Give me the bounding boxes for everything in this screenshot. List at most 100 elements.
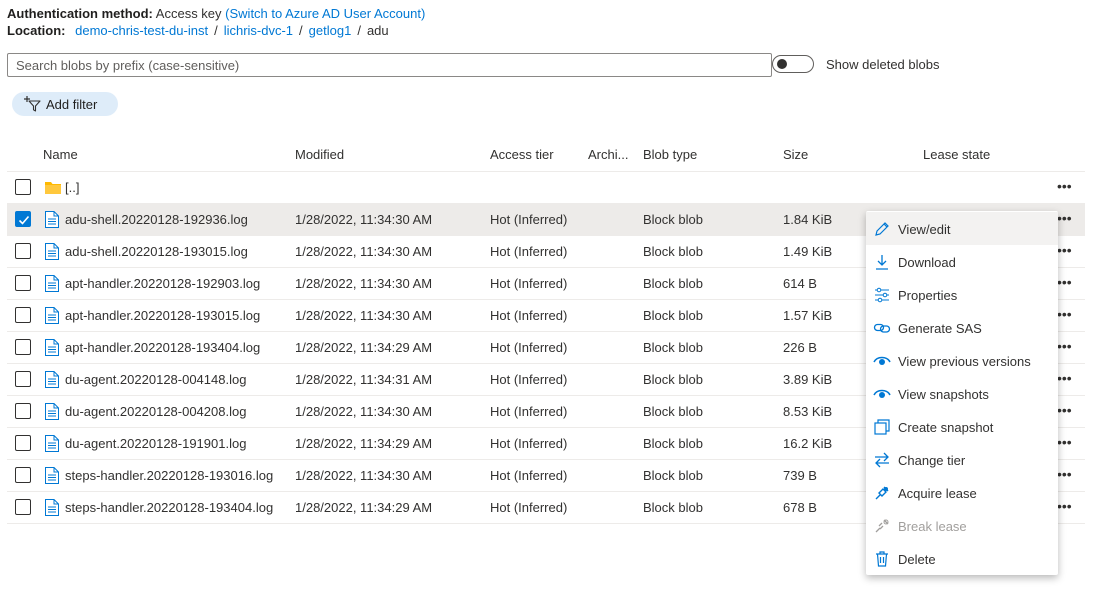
col-name[interactable]: Name	[43, 147, 78, 162]
col-archive[interactable]: Archi...	[588, 147, 628, 162]
blob-type: Block blob	[643, 340, 703, 355]
breadcrumb-separator: /	[299, 23, 303, 38]
show-deleted-toggle[interactable]	[772, 55, 814, 73]
properties-icon	[875, 287, 889, 303]
blob-size: 8.53 KiB	[783, 404, 833, 419]
blob-access-tier: Hot (Inferred)	[490, 404, 568, 419]
blob-type: Block blob	[643, 500, 703, 515]
row-checkbox[interactable]	[15, 435, 31, 451]
blob-name[interactable]: adu-shell.20220128-193015.log	[65, 244, 248, 259]
blob-access-tier: Hot (Inferred)	[490, 468, 568, 483]
blob-size: 614 B	[783, 276, 817, 291]
more-actions-icon[interactable]: •••	[1057, 370, 1072, 386]
blob-name[interactable]: adu-shell.20220128-192936.log	[65, 212, 248, 227]
blob-modified: 1/28/2022, 11:34:30 AM	[295, 276, 433, 291]
menu-item-generate-sas[interactable]: Generate SAS	[866, 311, 1058, 344]
menu-item-view-edit[interactable]: View/edit	[866, 212, 1058, 245]
row-checkbox[interactable]	[15, 179, 31, 195]
row-checkbox[interactable]	[15, 243, 31, 259]
blob-type: Block blob	[643, 436, 703, 451]
more-actions-icon[interactable]: •••	[1057, 210, 1072, 226]
add-filter-icon	[24, 96, 41, 112]
location-label: Location:	[7, 23, 66, 38]
col-size[interactable]: Size	[783, 147, 808, 162]
blob-access-tier: Hot (Inferred)	[490, 372, 568, 387]
menu-item-properties[interactable]: Properties	[866, 278, 1058, 311]
more-actions-icon[interactable]: •••	[1057, 402, 1072, 418]
menu-item-view-snapshots[interactable]: View snapshots	[866, 377, 1058, 410]
show-deleted-label: Show deleted blobs	[826, 57, 940, 72]
blob-modified: 1/28/2022, 11:34:29 AM	[295, 436, 433, 451]
blob-name[interactable]: du-agent.20220128-004148.log	[65, 372, 246, 387]
file-icon	[45, 371, 59, 391]
file-icon	[45, 211, 59, 231]
breadcrumb-container[interactable]: demo-chris-test-du-inst	[75, 23, 208, 38]
blob-name[interactable]: du-agent.20220128-191901.log	[65, 436, 246, 451]
more-actions-icon[interactable]: •••	[1057, 274, 1072, 290]
toggle-knob	[777, 59, 787, 69]
menu-item-label: View previous versions	[898, 354, 1031, 369]
row-checkbox[interactable]	[15, 211, 31, 227]
col-modified[interactable]: Modified	[295, 147, 344, 162]
menu-item-label: Change tier	[898, 453, 966, 468]
blob-access-tier: Hot (Inferred)	[490, 308, 568, 323]
swap-icon	[875, 452, 889, 468]
more-actions-icon[interactable]: •••	[1057, 306, 1072, 322]
blob-name[interactable]: du-agent.20220128-004208.log	[65, 404, 246, 419]
table-row-parent-folder[interactable]: [..] •••	[7, 172, 1085, 204]
blob-name[interactable]: apt-handler.20220128-192903.log	[65, 276, 260, 291]
add-filter-button[interactable]: Add filter	[12, 92, 118, 116]
download-icon	[876, 255, 888, 270]
more-actions-icon[interactable]: •••	[1057, 242, 1072, 258]
menu-item-break-lease: Break lease	[866, 509, 1058, 542]
row-checkbox[interactable]	[15, 467, 31, 483]
breadcrumb-folder-1[interactable]: lichris-dvc-1	[224, 23, 293, 38]
blob-modified: 1/28/2022, 11:34:31 AM	[295, 372, 433, 387]
file-icon	[45, 307, 59, 327]
breadcrumb-separator: /	[357, 23, 361, 38]
blob-size: 1.57 KiB	[783, 308, 833, 323]
row-checkbox[interactable]	[15, 371, 31, 387]
search-input[interactable]	[7, 53, 772, 77]
more-actions-icon[interactable]: •••	[1057, 338, 1072, 354]
parent-folder-name[interactable]: [..]	[65, 180, 79, 195]
blob-type: Block blob	[643, 372, 703, 387]
more-actions-icon[interactable]: •••	[1057, 498, 1072, 514]
col-lease-state[interactable]: Lease state	[923, 147, 990, 162]
switch-auth-link[interactable]: (Switch to Azure AD User Account)	[225, 6, 425, 21]
col-access-tier[interactable]: Access tier	[490, 147, 554, 162]
menu-item-download[interactable]: Download	[866, 245, 1058, 278]
file-icon	[45, 243, 59, 263]
row-checkbox[interactable]	[15, 499, 31, 515]
blob-access-tier: Hot (Inferred)	[490, 244, 568, 259]
blob-name[interactable]: apt-handler.20220128-193015.log	[65, 308, 260, 323]
col-blob-type[interactable]: Blob type	[643, 147, 697, 162]
menu-item-view-previous-versions[interactable]: View previous versions	[866, 344, 1058, 377]
row-checkbox[interactable]	[15, 403, 31, 419]
blob-type: Block blob	[643, 276, 703, 291]
context-menu: View/edit Download Properties Generate SAS V…	[866, 211, 1058, 575]
folder-icon	[45, 182, 61, 194]
menu-item-acquire-lease[interactable]: Acquire lease	[866, 476, 1058, 509]
blob-name[interactable]: steps-handler.20220128-193016.log	[65, 468, 273, 483]
menu-item-delete[interactable]: Delete	[866, 542, 1058, 575]
row-checkbox[interactable]	[15, 307, 31, 323]
blob-size: 226 B	[783, 340, 817, 355]
link-icon	[873, 323, 891, 333]
lease-icon	[875, 486, 889, 500]
blob-type: Block blob	[643, 468, 703, 483]
more-actions-icon[interactable]: •••	[1057, 466, 1072, 482]
blob-name[interactable]: apt-handler.20220128-193404.log	[65, 340, 260, 355]
blob-modified: 1/28/2022, 11:34:29 AM	[295, 500, 433, 515]
breadcrumb-folder-2[interactable]: getlog1	[309, 23, 352, 38]
file-icon	[45, 499, 59, 519]
blob-modified: 1/28/2022, 11:34:30 AM	[295, 308, 433, 323]
row-checkbox[interactable]	[15, 339, 31, 355]
menu-item-change-tier[interactable]: Change tier	[866, 443, 1058, 476]
row-checkbox[interactable]	[15, 275, 31, 291]
blob-name[interactable]: steps-handler.20220128-193404.log	[65, 500, 273, 515]
more-actions-icon[interactable]: •••	[1057, 178, 1072, 194]
menu-item-label: Break lease	[898, 519, 967, 534]
menu-item-create-snapshot[interactable]: Create snapshot	[866, 410, 1058, 443]
more-actions-icon[interactable]: •••	[1057, 434, 1072, 450]
